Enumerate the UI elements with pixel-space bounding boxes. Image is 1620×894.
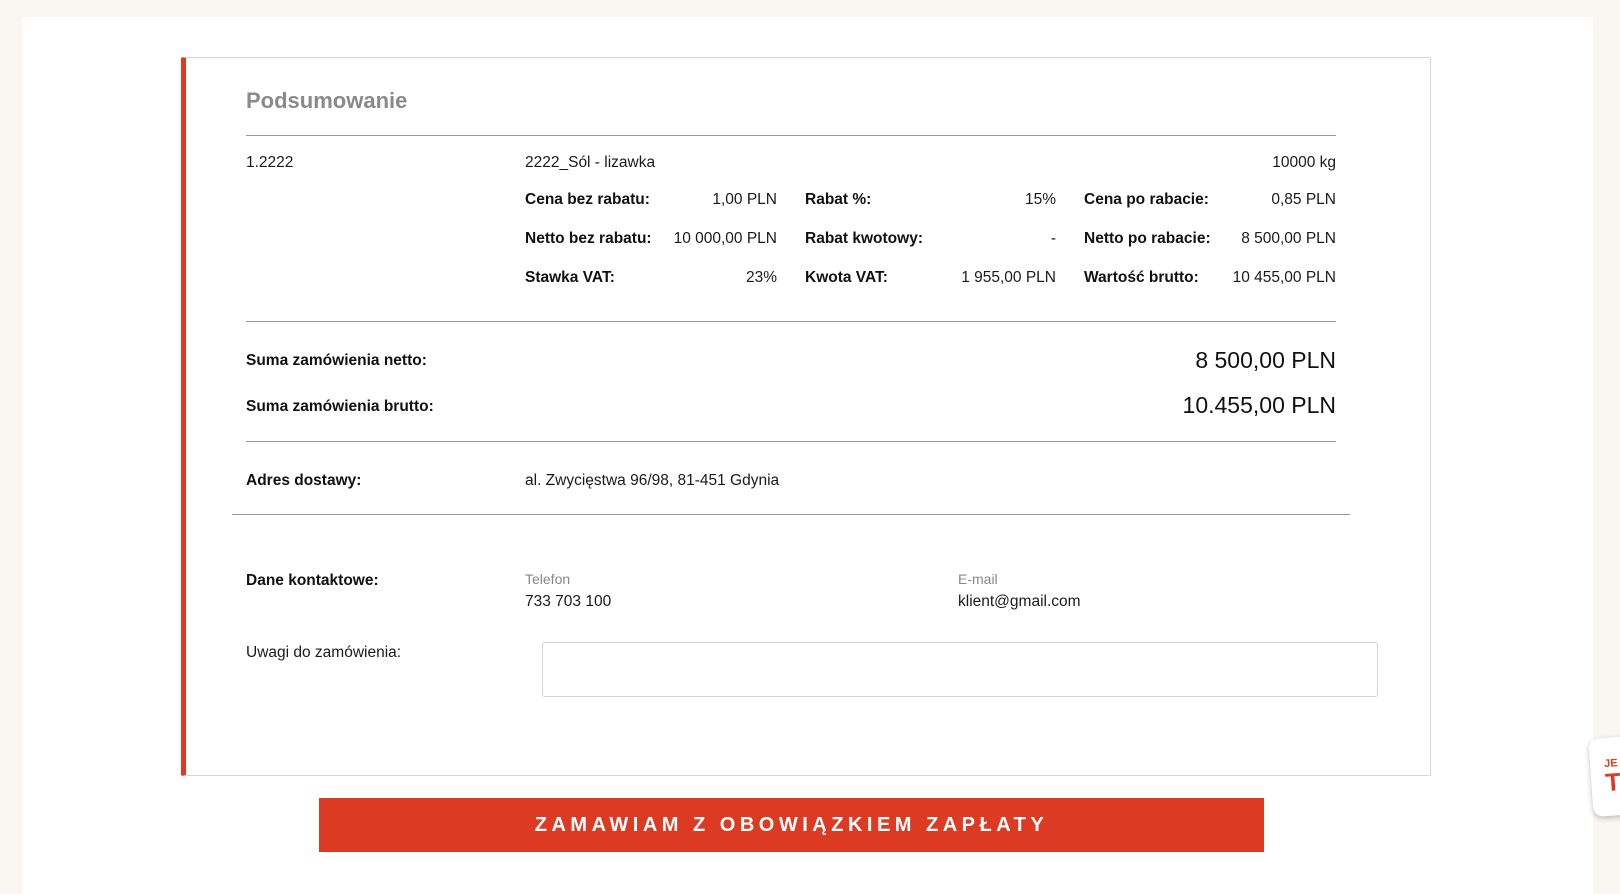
order-notes-field[interactable] [542, 642, 1378, 697]
order-notes-label: Uwagi do zamówienia: [246, 644, 402, 661]
price-after-discount-value: 0,85 PLN [1271, 191, 1336, 208]
divider [246, 135, 1336, 136]
place-order-button[interactable]: ZAMAWIAM Z OBOWIĄZKIEM ZAPŁATY [319, 798, 1264, 852]
net-after-discount-label: Netto po rabacie: [1084, 230, 1211, 247]
discount-amount-label: Rabat kwotowy: [805, 230, 923, 247]
total-net-label: Suma zamówienia netto: [246, 352, 427, 369]
floating-badge[interactable]: JE TU [1588, 735, 1620, 817]
net-no-discount-value: 10 000,00 PLN [673, 230, 777, 247]
vat-amount-value: 1 955,00 PLN [961, 269, 1056, 286]
gross-value-label: Wartość brutto: [1084, 269, 1199, 286]
divider [246, 321, 1336, 322]
price-no-discount-label: Cena bez rabatu: [525, 191, 650, 208]
delivery-address-value: al. Zwycięstwa 96/98, 81-451 Gdynia [525, 472, 780, 489]
vat-amount-label: Kwota VAT: [805, 269, 888, 286]
price-no-discount-value: 1,00 PLN [712, 191, 777, 208]
price-after-discount-label: Cena po rabacie: [1084, 191, 1209, 208]
net-no-discount-label: Netto bez rabatu: [525, 230, 652, 247]
email-value: klient@gmail.com [958, 593, 1081, 610]
delivery-address-label: Adres dostawy: [246, 472, 362, 489]
vat-rate-value: 23% [745, 269, 777, 286]
phone-label: Telefon [525, 571, 571, 587]
total-gross-value: 10.455,00 PLN [1182, 392, 1336, 418]
page-title: Podsumowanie [246, 88, 408, 113]
email-label: E-mail [958, 571, 998, 587]
contact-label: Dane kontaktowe: [246, 572, 379, 589]
discount-pct-value: 15% [1024, 191, 1056, 208]
order-summary-card: Podsumowanie 1.2222 2222_Sól - lizawka 1… [181, 57, 1431, 776]
phone-value: 733 703 100 [525, 593, 612, 610]
item-name: 2222_Sól - lizawka [525, 154, 656, 171]
discount-amount-value: - [1050, 230, 1056, 247]
item-code: 1.2222 [246, 154, 294, 171]
divider [232, 514, 1350, 515]
discount-pct-label: Rabat %: [805, 191, 872, 208]
item-quantity: 10000 kg [1272, 154, 1336, 171]
total-gross-label: Suma zamówienia brutto: [246, 398, 434, 415]
vat-rate-label: Stawka VAT: [525, 269, 615, 286]
total-net-value: 8 500,00 PLN [1195, 347, 1336, 373]
badge-text-bottom: TU [1604, 766, 1620, 798]
gross-value-value: 10 455,00 PLN [1232, 269, 1336, 286]
divider [246, 441, 1336, 442]
net-after-discount-value: 8 500,00 PLN [1241, 230, 1336, 247]
